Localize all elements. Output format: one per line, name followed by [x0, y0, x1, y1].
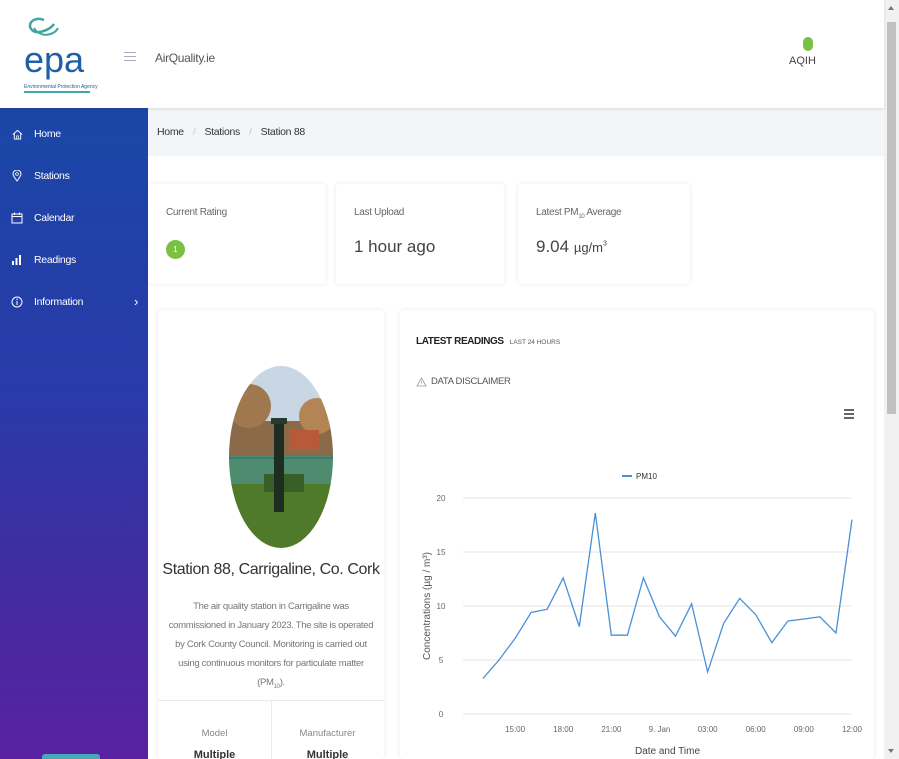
x-tick-label: 12:00: [842, 725, 863, 734]
last-upload-label: Last Upload: [354, 207, 405, 218]
breadcrumb-home[interactable]: Home: [157, 126, 184, 138]
scroll-thumb[interactable]: [887, 22, 896, 414]
station-title: Station 88, Carrigaline, Co. Cork: [162, 561, 380, 578]
map-pin-icon: [0, 170, 34, 182]
aqih-link[interactable]: AQIH: [789, 55, 816, 67]
station-info-card: Station 88, Carrigaline, Co. Cork The ai…: [158, 310, 384, 759]
scroll-up-icon[interactable]: [888, 6, 894, 10]
main-content: Home / Stations / Station 88 Current Rat…: [148, 108, 884, 759]
sidebar-item-label: Stations: [34, 170, 70, 182]
x-tick-label: 03:00: [698, 725, 719, 734]
menu-toggle-icon[interactable]: [124, 52, 136, 62]
rating-badge: 1: [166, 240, 185, 259]
x-tick-label: 18:00: [553, 725, 574, 734]
sidebar: Home Stations Calendar Readings Informat…: [0, 108, 148, 759]
info-icon: [0, 296, 34, 308]
top-bar: epa Environmental Protection Agency AirQ…: [0, 0, 884, 108]
breadcrumb-stations[interactable]: Stations: [204, 126, 240, 138]
epa-logo[interactable]: epa Environmental Protection Agency: [20, 14, 130, 100]
legend-label: PM10: [636, 472, 657, 481]
sidebar-item-readings[interactable]: Readings: [0, 249, 148, 271]
x-tick-label: 06:00: [746, 725, 767, 734]
sidebar-item-stations[interactable]: Stations: [0, 165, 148, 187]
manufacturer-label: Manufacturer: [299, 728, 356, 739]
sidebar-item-label: Calendar: [34, 212, 75, 224]
pm-average-label: Latest PM10 Average: [536, 207, 622, 220]
x-axis-title: Date and Time: [635, 746, 700, 757]
y-tick-label: 20: [437, 494, 446, 503]
y-tick-label: 15: [437, 548, 446, 557]
model-value: Multiple: [193, 749, 236, 759]
breadcrumb: Home / Stations / Station 88: [148, 108, 884, 156]
current-rating-label: Current Rating: [166, 207, 227, 218]
y-axis-title: Concentrations (µg / m³): [422, 552, 433, 660]
home-icon: [0, 129, 34, 140]
sidebar-item-calendar[interactable]: Calendar: [0, 207, 148, 229]
x-tick-label: 21:00: [601, 725, 622, 734]
pm-average-card: Latest PM10 Average 9.04 µg/m3: [518, 184, 690, 284]
x-tick-label: 09:00: [794, 725, 815, 734]
y-tick-label: 5: [439, 656, 444, 665]
model-label: Model: [201, 728, 228, 739]
y-tick-label: 0: [439, 710, 444, 719]
chevron-right-icon: ›: [133, 294, 138, 309]
latest-readings-card: LATEST READINGS LAST 24 HOURS DATA DISCLA…: [400, 310, 874, 759]
sidebar-item-home[interactable]: Home: [0, 123, 148, 145]
svg-text:Environmental Protection Agenc: Environmental Protection Agency: [24, 84, 98, 90]
sidebar-item-label: Home: [34, 128, 61, 140]
svg-text:epa: epa: [24, 39, 85, 80]
pm10-line-chart: 0 5 10 15 20 15:00 18:00 21:00 9. Jan 03:00 06:00 0…: [422, 472, 863, 757]
x-tick-label: 15:00: [505, 725, 526, 734]
x-tick-label: 9. Jan: [649, 725, 671, 734]
sidebar-item-label: Information: [34, 296, 84, 308]
app-name: AirQuality.ie: [155, 51, 215, 65]
bar-chart-icon: [0, 254, 34, 266]
sidebar-footer-tab[interactable]: [42, 754, 100, 759]
station-photo: [229, 366, 333, 548]
pm10-series-line: [482, 513, 853, 679]
breadcrumb-separator: /: [192, 126, 196, 138]
manufacturer-value: Multiple: [306, 749, 349, 759]
current-rating-card: Current Rating 1: [148, 184, 326, 284]
pm-average-value: 9.04 µg/m3: [536, 237, 607, 256]
sidebar-item-label: Readings: [34, 254, 76, 266]
last-upload-value: 1 hour ago: [354, 237, 436, 256]
y-tick-label: 10: [437, 602, 446, 611]
aqih-status-dot: [803, 37, 813, 51]
breadcrumb-current: Station 88: [260, 126, 306, 138]
calendar-icon: [0, 212, 34, 224]
breadcrumb-separator: /: [248, 126, 252, 138]
station-description: The air quality station in Carrigaline w…: [168, 601, 374, 690]
sidebar-item-information[interactable]: Information ›: [0, 291, 148, 313]
last-upload-card: Last Upload 1 hour ago: [336, 184, 504, 284]
scrollbar[interactable]: [884, 0, 899, 759]
scroll-down-icon[interactable]: [888, 749, 894, 753]
